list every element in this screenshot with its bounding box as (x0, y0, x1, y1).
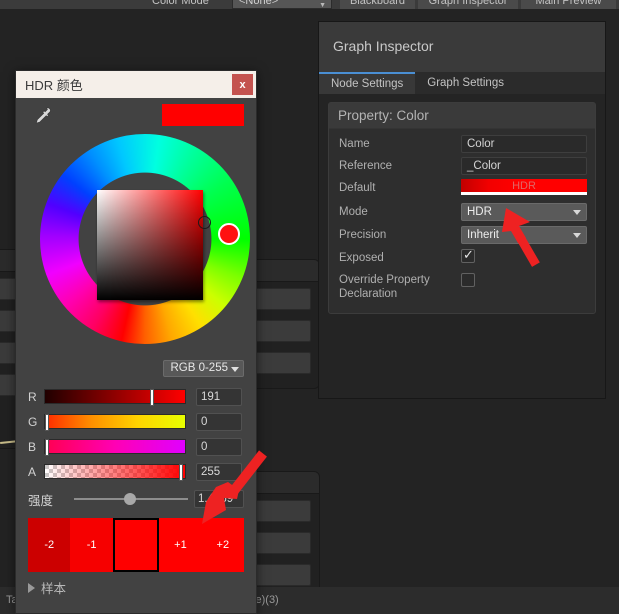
label-exposed: Exposed (339, 252, 384, 264)
slider-thumb[interactable] (124, 493, 137, 505)
property-row-name: Name Color (337, 135, 587, 155)
color-space-value: RGB 0-255 (170, 362, 228, 374)
chevron-down-icon: ▼ (319, 2, 326, 9)
mode-value: HDR (467, 206, 492, 218)
graph-inspector-panel: Graph Inspector Node Settings Graph Sett… (318, 21, 606, 399)
chevron-down-icon (573, 233, 581, 238)
property-row-precision: Precision Inherit (337, 226, 587, 246)
chevron-down-icon (231, 367, 239, 372)
default-hdr-label: HDR (512, 180, 536, 192)
label-override-property-declaration: Override Property Declaration (339, 274, 430, 300)
inspector-title: Graph Inspector (333, 38, 434, 54)
exposure-swatch-minus1[interactable]: -1 (70, 518, 113, 572)
toolbar-tab-graph-inspector[interactable]: Graph Inspector (418, 0, 518, 9)
property-row-default: Default HDR (337, 179, 587, 199)
slider-thumb[interactable] (45, 439, 49, 456)
exposure-swatch-minus2[interactable]: -2 (28, 518, 71, 572)
tab-graph-settings[interactable]: Graph Settings (415, 72, 516, 94)
label-reference: Reference (339, 160, 393, 172)
label-default: Default (339, 182, 376, 194)
color-space-dropdown[interactable]: RGB 0-255 (163, 360, 244, 377)
hdr-color-picker-dialog: HDR 颜色 x RGB 0-255 R 191 G 0 B 0 A 255 强… (15, 70, 257, 614)
chevron-right-icon (28, 582, 35, 593)
channel-value-b[interactable]: 0 (196, 437, 242, 456)
override-property-declaration-checkbox[interactable] (461, 273, 475, 287)
property-row-exposed: Exposed (337, 247, 587, 269)
exposure-swatch-current[interactable] (112, 518, 160, 572)
close-icon[interactable]: x (232, 74, 253, 95)
color-mode-label: Color Mode (152, 0, 209, 7)
mode-dropdown[interactable]: HDR (461, 203, 587, 221)
channel-value-a[interactable]: 255 (196, 462, 242, 481)
label-name: Name (339, 138, 370, 150)
channel-slider-g[interactable] (44, 414, 186, 431)
dialog-title: HDR 颜色 (25, 78, 83, 93)
channel-label-b: B (28, 439, 37, 454)
inspector-tabs: Node Settings Graph Settings (319, 72, 605, 94)
channel-slider-b[interactable] (44, 439, 186, 456)
intensity-label: 强度 (28, 493, 54, 508)
property-row-override: Override Property Declaration (337, 273, 587, 301)
eyedropper-row (16, 98, 256, 132)
property-header: Property: Color (329, 103, 595, 129)
exposure-swatches: -2 -1 +1 +2 (28, 518, 245, 572)
name-field[interactable]: Color (461, 135, 587, 153)
current-color-swatch[interactable] (162, 104, 244, 126)
channel-slider-r[interactable] (44, 389, 186, 406)
channel-row-r: R 191 (28, 386, 244, 407)
channel-row-a: A 255 (28, 461, 244, 482)
channel-value-r[interactable]: 191 (196, 387, 242, 406)
saturation-value-box[interactable] (97, 190, 203, 300)
channel-label-r: R (28, 389, 37, 404)
reference-field[interactable]: _Color (461, 157, 587, 175)
color-space-row: RGB 0-255 (16, 360, 256, 382)
color-mode-value: <None> (239, 0, 279, 7)
samples-foldout[interactable]: 样本 (16, 572, 256, 597)
toolbar-tab-blackboard[interactable]: Blackboard (340, 0, 415, 9)
intensity-value[interactable]: 1.4169 (194, 490, 244, 508)
property-rows: Name Color Reference _Color Default HDR (329, 129, 595, 313)
channel-slider-a[interactable] (44, 464, 186, 481)
channel-row-b: B 0 (28, 436, 244, 457)
channel-label-a: A (28, 464, 37, 479)
screen: Ta ce)(3) Color Mode <None> ▼ Blackboard… (0, 0, 619, 614)
slider-thumb[interactable] (45, 414, 49, 431)
eyedropper-icon[interactable] (32, 106, 52, 126)
editor-toolbar: Color Mode <None> ▼ Blackboard Graph Ins… (0, 0, 619, 9)
exposure-swatch-plus1[interactable]: +1 (159, 518, 202, 572)
precision-value: Inherit (467, 229, 499, 241)
label-precision: Precision (339, 229, 387, 241)
intensity-row: 强度 1.4169 (16, 486, 256, 512)
toolbar-tab-main-preview[interactable]: Main Preview (521, 0, 616, 9)
slider-thumb[interactable] (179, 464, 184, 481)
tab-node-settings[interactable]: Node Settings (319, 72, 416, 94)
channel-value-g[interactable]: 0 (196, 412, 242, 431)
samples-label: 样本 (41, 582, 67, 596)
saturation-value-knob[interactable] (198, 216, 211, 229)
intensity-slider[interactable] (74, 493, 188, 505)
slider-thumb[interactable] (150, 389, 154, 406)
channel-row-g: G 0 (28, 411, 244, 432)
exposed-checkbox[interactable] (461, 247, 475, 263)
dialog-title-bar[interactable]: HDR 颜色 x (16, 71, 256, 98)
property-row-mode: Mode HDR (337, 203, 587, 223)
property-box: Property: Color Name Color Reference _Co… (328, 102, 596, 314)
color-mode-dropdown[interactable]: <None> ▼ (232, 0, 332, 9)
inspector-title-bar: Graph Inspector (319, 22, 605, 72)
property-row-reference: Reference _Color (337, 157, 587, 177)
precision-dropdown[interactable]: Inherit (461, 226, 587, 244)
hue-knob[interactable] (218, 223, 240, 245)
label-mode: Mode (339, 206, 368, 218)
channel-sliders: R 191 G 0 B 0 A 255 (16, 382, 256, 482)
color-wheel-area (16, 132, 256, 360)
channel-label-g: G (28, 414, 38, 429)
chevron-down-icon (573, 210, 581, 215)
exposure-swatch-plus2[interactable]: +2 (201, 518, 245, 572)
default-color-swatch[interactable]: HDR (461, 179, 587, 195)
